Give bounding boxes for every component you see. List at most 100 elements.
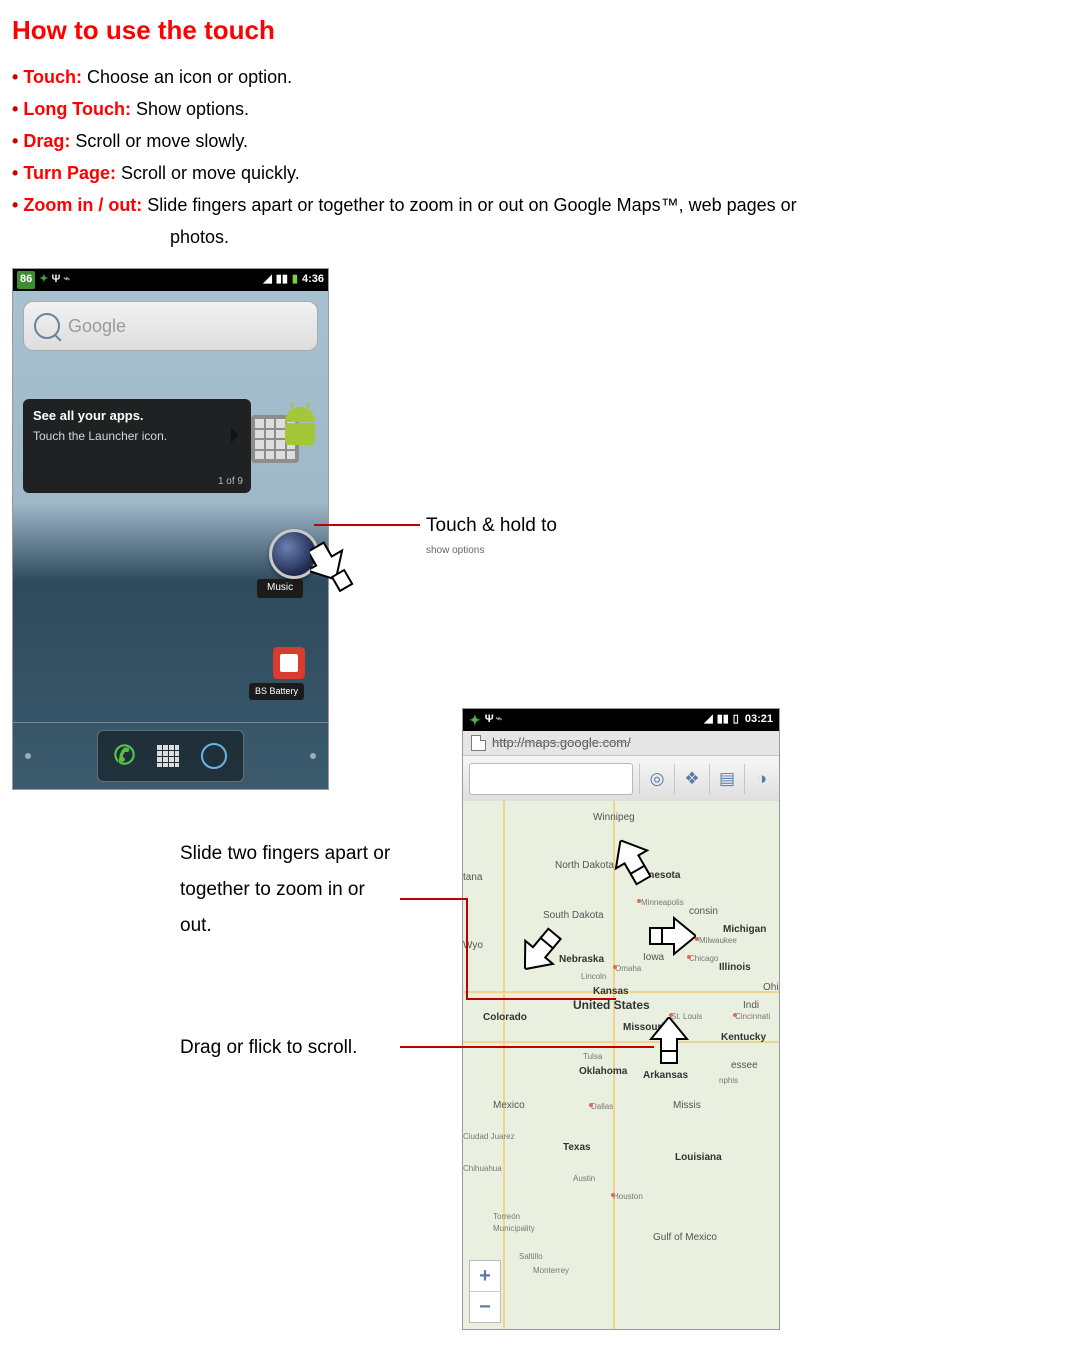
- leaf-icon: ✦: [469, 710, 481, 730]
- map-label: Texas: [563, 1141, 591, 1156]
- music-label: Music: [257, 579, 303, 598]
- tip-subtitle: Touch the Launcher icon.: [33, 428, 241, 445]
- map-label: Houston: [613, 1191, 643, 1203]
- callout-touch-hold-sub: show options: [426, 544, 484, 559]
- bullet-drag: • Drag: Scroll or move slowly.: [12, 128, 1090, 154]
- page-title: How to use the touch: [12, 12, 1090, 50]
- bullet-dot: •: [12, 99, 18, 119]
- status-badge: 86: [17, 271, 35, 289]
- map-label: Missis: [673, 1099, 701, 1114]
- bullet-zoom-line2: photos.: [170, 224, 1090, 250]
- wifi-icon: ◢: [263, 272, 271, 288]
- wifi-icon: ◢: [704, 712, 712, 728]
- bullet-desc: Show options.: [131, 99, 249, 119]
- callout-line-pinch-v: [466, 898, 468, 998]
- directions-button[interactable]: ◑: [744, 764, 779, 794]
- bullet-term: Drag:: [23, 131, 70, 151]
- bullet-term: Turn Page:: [23, 163, 116, 183]
- map-label: Monterrey: [533, 1265, 569, 1277]
- map-label: Omaha: [615, 963, 641, 975]
- usb-icon: Ψ: [51, 272, 60, 288]
- map-label: Louisiana: [675, 1151, 722, 1166]
- phone-app-icon[interactable]: ✆: [114, 737, 136, 775]
- onboarding-tip: See all your apps. Touch the Launcher ic…: [23, 399, 251, 493]
- map-canvas[interactable]: Winnipeg tana North Dakota Minnesota Sou…: [463, 801, 779, 1329]
- page-indicator-left: [25, 753, 31, 759]
- map-label: Milwaukee: [699, 935, 737, 947]
- dock-tray: ✆: [97, 730, 245, 782]
- bullet-desc: Scroll or move quickly.: [116, 163, 300, 183]
- map-label: Kentucky: [721, 1031, 766, 1046]
- app-drawer-icon[interactable]: [157, 745, 179, 767]
- callout-line-pinch-h: [400, 898, 466, 900]
- callout-dragflick: Drag or flick to scroll.: [180, 1034, 357, 1062]
- callout-pinch: Slide two fingers apart or together to z…: [180, 836, 400, 944]
- map-label: Minneapolis: [641, 897, 684, 909]
- bs-battery-icon[interactable]: [273, 647, 305, 679]
- map-label: nphis: [719, 1075, 738, 1087]
- battery-icon: ▮: [292, 272, 298, 288]
- map-label: Colorado: [483, 1011, 527, 1026]
- search-hint: Google: [68, 313, 126, 339]
- browser-icon[interactable]: [201, 743, 227, 769]
- bullet-dot: •: [12, 195, 18, 215]
- bullet-desc: Choose an icon or option.: [82, 67, 292, 87]
- callout-text: show options: [426, 545, 484, 556]
- maps-toolbar: ◎ ❖ ▤ ◑: [463, 756, 779, 803]
- dock: ✆: [13, 722, 328, 789]
- map-label: Cincinnati: [735, 1011, 770, 1023]
- callout-line-touchhold: [314, 524, 420, 526]
- zoom-in-button[interactable]: +: [470, 1261, 500, 1291]
- map-label: Municipality: [493, 1223, 535, 1235]
- bullet-desc: Scroll or move slowly.: [70, 131, 248, 151]
- tip-title: See all your apps.: [33, 407, 241, 426]
- debug-icon: ⌁: [63, 272, 70, 288]
- tip-counter: 1 of 9: [218, 475, 243, 490]
- cursor-icon: [310, 540, 354, 598]
- signal-icon: ▮▮: [717, 712, 729, 728]
- url-text: http://maps.google.com/: [492, 734, 631, 753]
- status-time: 03:21: [745, 712, 773, 728]
- status-bar: ✦ Ψ ⌁ ◢ ▮▮ ▯ 03:21: [463, 709, 779, 731]
- debug-icon: ⌁: [496, 712, 503, 728]
- callout-text: Drag or flick to scroll.: [180, 1037, 357, 1058]
- bullet-zoom: • Zoom in / out: Slide fingers apart or …: [12, 192, 1090, 218]
- phone-home-screenshot: 86 ✦ Ψ ⌁ ◢ ▮▮ ▮ 4:36 Google See all your…: [12, 268, 329, 790]
- map-label: Winnipeg: [593, 811, 635, 826]
- places-button[interactable]: ▤: [709, 764, 744, 794]
- pinch-arrow-icon: [510, 918, 573, 982]
- usb-icon: Ψ: [485, 712, 494, 728]
- drag-arrow-icon: [649, 1017, 689, 1067]
- bullet-term: Touch:: [23, 67, 82, 87]
- locate-button[interactable]: ◎: [639, 764, 674, 794]
- map-label: Tulsa: [583, 1051, 602, 1063]
- zoom-out-button[interactable]: −: [470, 1291, 500, 1322]
- zoom-controls: + −: [469, 1260, 501, 1323]
- callout-line-pinch-h2: [466, 998, 616, 1000]
- tip-arrow: [231, 427, 239, 443]
- bullet-turn-page: • Turn Page: Scroll or move quickly.: [12, 160, 1090, 186]
- bullet-term: Long Touch:: [23, 99, 131, 119]
- status-left-icons: ✦ Ψ ⌁: [39, 272, 70, 288]
- map-label: North Dakota: [555, 859, 614, 874]
- maps-search-input[interactable]: [469, 763, 633, 795]
- search-widget[interactable]: Google: [23, 301, 318, 351]
- search-icon: [34, 313, 60, 339]
- status-time: 4:36: [302, 272, 324, 288]
- pinch-arrow-icon: [646, 916, 696, 956]
- android-logo-icon: [280, 407, 320, 455]
- status-right-icons: ◢ ▮▮ ▮ 4:36: [263, 272, 324, 288]
- url-bar[interactable]: http://maps.google.com/: [463, 731, 779, 756]
- layers-button[interactable]: ❖: [674, 764, 709, 794]
- bullet-desc: Slide fingers apart or together to zoom …: [142, 195, 796, 215]
- callout-touch-hold: Touch & hold to: [426, 512, 557, 540]
- map-label: Gulf of Mexico: [653, 1231, 717, 1246]
- bullet-term: Zoom in / out:: [23, 195, 142, 215]
- map-label: Dallas: [591, 1101, 613, 1113]
- map-label: Arkansas: [643, 1069, 688, 1084]
- page-indicator-right: [310, 753, 316, 759]
- map-label: Oklahoma: [579, 1065, 627, 1080]
- map-label: tana: [463, 871, 482, 886]
- bullet-touch: • Touch: Choose an icon or option.: [12, 64, 1090, 90]
- battery-icon: ▯: [733, 712, 739, 728]
